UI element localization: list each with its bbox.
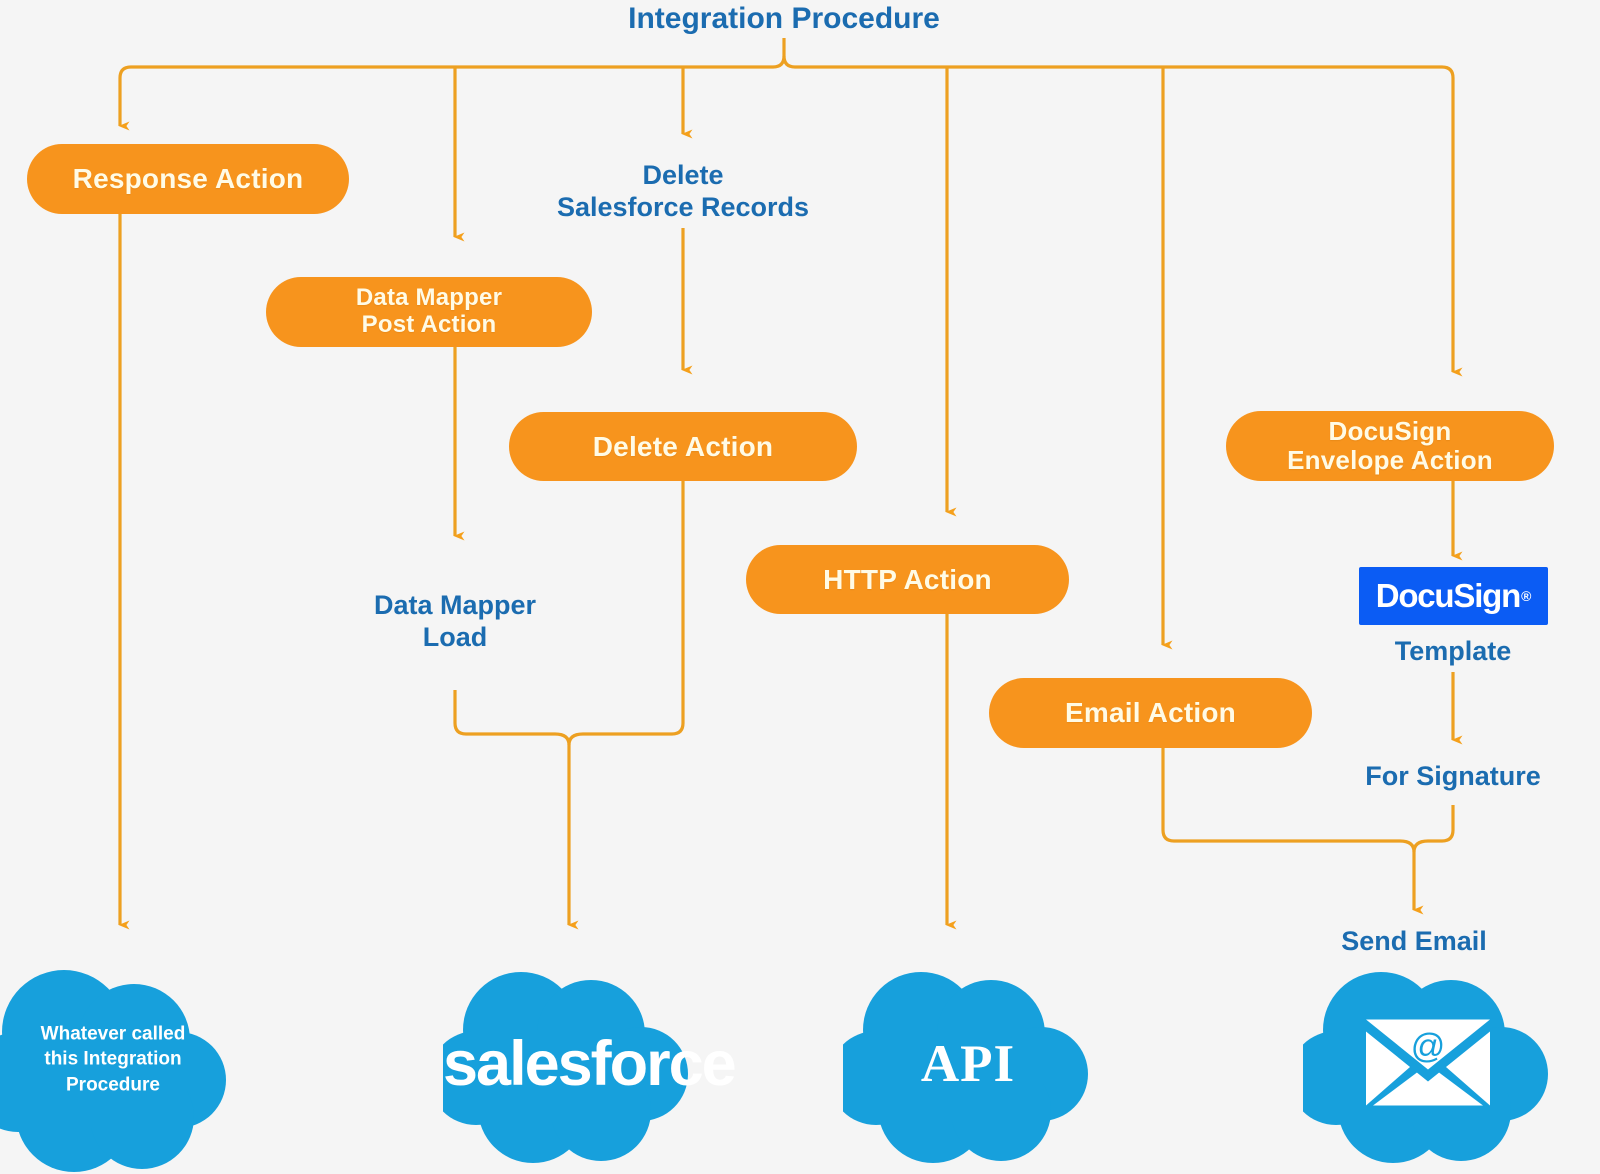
email-action-node[interactable]: Email Action: [989, 678, 1312, 748]
delete-salesforce-records-label: Delete Salesforce Records: [483, 154, 883, 230]
docusign-logo: DocuSign ®: [1359, 567, 1548, 625]
cloud-salesforce-text: salesforce: [443, 1028, 737, 1099]
for-signature-text: For Signature: [1365, 761, 1541, 792]
docusign-logo-text: DocuSign: [1375, 577, 1522, 614]
data-mapper-load-line2: Load: [422, 622, 488, 652]
delete-action-node[interactable]: Delete Action: [509, 412, 857, 481]
data-mapper-load-line1: Data Mapper: [373, 590, 537, 621]
docusign-envelope-action-node[interactable]: DocuSign Envelope Action: [1226, 411, 1554, 481]
integration-procedure-diagram: Integration Procedure Response Action Da…: [0, 0, 1600, 1174]
svg-text:@: @: [1411, 1027, 1446, 1065]
docusign-envelope-action-label-line2: Envelope Action: [1287, 445, 1493, 475]
email-action-label: Email Action: [1065, 697, 1236, 729]
envelope-at-icon: @: [1364, 1017, 1492, 1112]
response-action-label: Response Action: [72, 163, 304, 195]
cloud-note-text: Whatever called this Integration Procedu…: [0, 1021, 244, 1098]
data-mapper-load-label: Data Mapper Load: [285, 584, 625, 660]
delete-salesforce-records-line2: Salesforce Records: [556, 192, 810, 222]
http-action-node[interactable]: HTTP Action: [746, 545, 1069, 614]
docusign-registered-mark: ®: [1521, 588, 1532, 604]
for-signature-label: For Signature: [1303, 757, 1600, 797]
data-mapper-post-action-label-line2: Post Action: [361, 311, 497, 338]
docusign-template-text: Template: [1394, 636, 1512, 667]
data-mapper-post-action-node[interactable]: Data Mapper Post Action: [266, 277, 592, 347]
cloud-whatever-called-this-integration-procedure: Whatever called this Integration Procedu…: [0, 962, 244, 1174]
cloud-api: API: [843, 962, 1093, 1167]
envelope-at-icon-glyph: @: [1366, 1019, 1490, 1105]
docusign-template-label: Template: [1303, 632, 1600, 672]
cloud-salesforce: salesforce: [443, 962, 737, 1167]
send-email-label: Send Email: [1264, 922, 1564, 962]
cloud-note-line2: this Integration: [44, 1048, 182, 1070]
cloud-api-text: API: [920, 1034, 1016, 1093]
delete-salesforce-records-line1: Delete: [642, 160, 724, 191]
send-email-text: Send Email: [1341, 926, 1487, 957]
docusign-envelope-action-label-line1: DocuSign: [1328, 415, 1452, 446]
cloud-note-line3: Procedure: [66, 1074, 160, 1096]
data-mapper-post-action-label-line1: Data Mapper: [355, 284, 503, 312]
delete-action-label: Delete Action: [592, 430, 774, 462]
diagram-title: Integration Procedure: [584, 0, 984, 38]
cloud-send-email: @: [1303, 962, 1553, 1167]
response-action-node[interactable]: Response Action: [27, 144, 349, 214]
cloud-note-line1: Whatever called: [40, 1023, 186, 1045]
diagram-title-text: Integration Procedure: [628, 2, 940, 36]
http-action-label: HTTP Action: [823, 563, 992, 595]
